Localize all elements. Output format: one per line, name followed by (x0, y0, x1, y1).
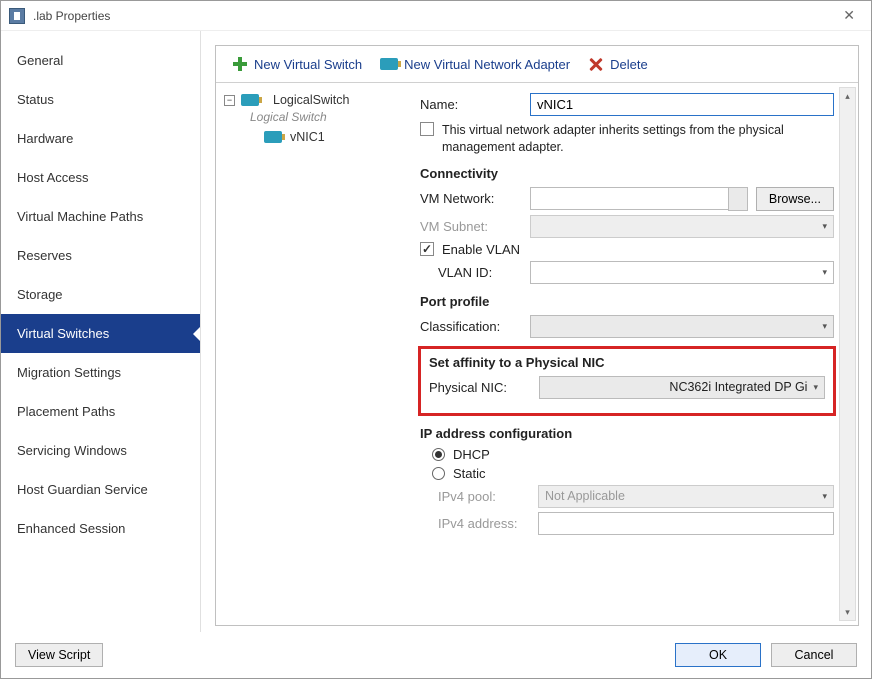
scroll-up-icon[interactable]: ▴ (840, 88, 855, 104)
nav-virtual-switches[interactable]: Virtual Switches (1, 314, 200, 353)
left-nav: General Status Hardware Host Access Virt… (1, 31, 201, 632)
plus-icon (232, 56, 248, 72)
nic-icon (380, 58, 398, 70)
nav-servicing[interactable]: Servicing Windows (1, 431, 200, 470)
nav-placement[interactable]: Placement Paths (1, 392, 200, 431)
ipv4-address-label: IPv4 address: (420, 516, 530, 531)
switch-tree: − LogicalSwitch Logical Switch vNIC1 (216, 83, 410, 625)
properties-dialog: .lab Properties ✕ General Status Hardwar… (0, 0, 872, 679)
new-virtual-switch-button[interactable]: New Virtual Switch (226, 54, 368, 74)
vm-subnet-label: VM Subnet: (420, 219, 522, 234)
tree-switch-node[interactable]: − LogicalSwitch (222, 91, 404, 109)
vm-subnet-combo: ▾ (530, 215, 834, 238)
connectivity-heading: Connectivity (420, 166, 834, 181)
tree-adapter-node[interactable]: vNIC1 (264, 130, 404, 144)
ipv4-address-input (538, 512, 834, 535)
inherit-checkbox[interactable] (420, 122, 434, 136)
affinity-heading: Set affinity to a Physical NIC (429, 355, 825, 370)
nav-host-guardian[interactable]: Host Guardian Service (1, 470, 200, 509)
browse-button[interactable]: Browse... (756, 187, 834, 211)
affinity-highlight: Set affinity to a Physical NIC Physical … (418, 346, 836, 416)
window-title: .lab Properties (33, 9, 110, 23)
ipv4-pool-label: IPv4 pool: (420, 489, 530, 504)
collapse-icon[interactable]: − (224, 95, 235, 106)
physical-nic-label: Physical NIC: (429, 380, 531, 395)
classification-combo[interactable]: ▾ (530, 315, 834, 338)
classification-label: Classification: (420, 319, 522, 334)
ipv4-pool-combo: Not Applicable▾ (538, 485, 834, 508)
dhcp-radio[interactable] (432, 448, 445, 461)
nav-enhanced-session[interactable]: Enhanced Session (1, 509, 200, 548)
new-virtual-adapter-button[interactable]: New Virtual Network Adapter (374, 55, 576, 74)
nav-status[interactable]: Status (1, 80, 200, 119)
scroll-down-icon[interactable]: ▾ (840, 604, 855, 620)
nav-general[interactable]: General (1, 41, 200, 80)
view-script-button[interactable]: View Script (15, 643, 103, 667)
static-label: Static (453, 466, 486, 481)
nav-reserves[interactable]: Reserves (1, 236, 200, 275)
physical-nic-combo[interactable]: NC362i Integrated DP Gi▾ (539, 376, 825, 399)
delete-icon (588, 56, 604, 72)
dhcp-label: DHCP (453, 447, 490, 462)
form-pane: Name: This virtual network adapter inher… (410, 83, 858, 625)
title-bar: .lab Properties ✕ (1, 1, 871, 31)
nav-vm-paths[interactable]: Virtual Machine Paths (1, 197, 200, 236)
delete-button[interactable]: Delete (582, 54, 654, 74)
port-profile-heading: Port profile (420, 294, 834, 309)
static-radio[interactable] (432, 467, 445, 480)
vm-network-label: VM Network: (420, 191, 522, 206)
app-icon (9, 8, 25, 24)
toolbar: New Virtual Switch New Virtual Network A… (216, 46, 858, 82)
nav-migration[interactable]: Migration Settings (1, 353, 200, 392)
inherit-label: This virtual network adapter inherits se… (442, 122, 834, 156)
dialog-footer: View Script OK Cancel (1, 632, 871, 678)
name-label: Name: (420, 97, 522, 112)
nav-storage[interactable]: Storage (1, 275, 200, 314)
ok-button[interactable]: OK (675, 643, 761, 667)
cancel-button[interactable]: Cancel (771, 643, 857, 667)
enable-vlan-checkbox[interactable] (420, 242, 434, 256)
close-icon[interactable]: ✕ (835, 7, 863, 24)
vm-network-input[interactable] (530, 187, 728, 210)
nav-host-access[interactable]: Host Access (1, 158, 200, 197)
nic-icon (264, 131, 282, 143)
vlan-id-combo[interactable]: ▾ (530, 261, 834, 284)
nav-hardware[interactable]: Hardware (1, 119, 200, 158)
enable-vlan-label: Enable VLAN (442, 242, 520, 257)
vlan-id-label: VLAN ID: (420, 265, 522, 280)
tree-switch-subtitle: Logical Switch (250, 110, 404, 124)
ip-config-heading: IP address configuration (420, 426, 834, 441)
nic-icon (241, 94, 259, 106)
name-input[interactable] (530, 93, 834, 116)
scrollbar[interactable]: ▴ ▾ (839, 87, 856, 621)
